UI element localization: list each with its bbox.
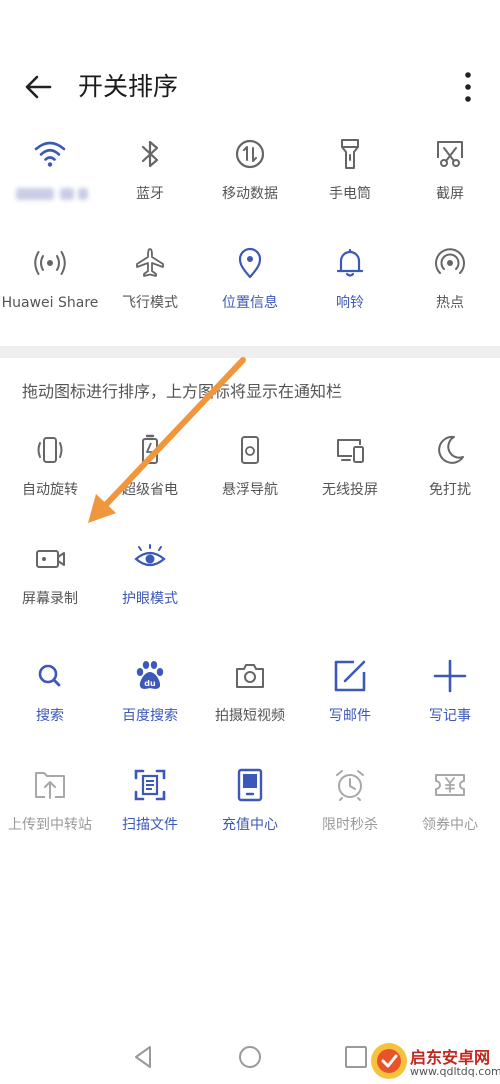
mobile-data-icon <box>235 139 265 169</box>
tile-huawei-share[interactable]: Huawei Share <box>0 245 100 341</box>
tile-label: 写记事 <box>429 708 471 724</box>
tile-ring[interactable]: 响铃 <box>300 245 400 341</box>
tile-write-email[interactable]: 写邮件 <box>300 658 400 754</box>
tile-wireless-projection[interactable]: 无线投屏 <box>300 432 400 528</box>
battery-saver-icon <box>142 434 158 464</box>
tile-label: 悬浮导航 <box>222 482 278 498</box>
alarm-clock-icon <box>336 770 364 801</box>
tile-coupon-center[interactable]: 领券中心 <box>400 767 500 863</box>
tile-write-note[interactable]: 写记事 <box>400 658 500 754</box>
tile-label: 上传到中转站 <box>8 817 92 833</box>
watermark-url: www.qdltdq.com <box>410 1065 500 1078</box>
tile-label: 手电筒 <box>329 186 371 202</box>
title-bar: 开关排序 <box>0 60 500 114</box>
back-arrow-icon[interactable] <box>22 70 56 104</box>
tile-wifi[interactable] <box>0 136 100 232</box>
baidu-paw-icon: du <box>136 661 164 689</box>
tile-screenshot[interactable]: 截屏 <box>400 136 500 232</box>
tile-location[interactable]: 位置信息 <box>200 245 300 341</box>
svg-text:du: du <box>144 679 156 688</box>
tile-baidu-search[interactable]: du 百度搜索 <box>100 658 200 754</box>
wifi-icon <box>34 141 66 167</box>
site-watermark: 启东安卓网 www.qdltdq.com <box>368 1040 500 1084</box>
tile-label: 屏幕录制 <box>22 591 78 607</box>
screen-record-icon <box>36 550 65 568</box>
tile-search[interactable]: 搜索 <box>0 658 100 754</box>
tile-label: 免打扰 <box>429 482 471 498</box>
bell-icon <box>336 248 364 277</box>
tile-label: 百度搜索 <box>122 708 178 724</box>
tile-label: 扫描文件 <box>122 817 178 833</box>
watermark-logo-icon <box>371 1043 407 1079</box>
tile-label: 热点 <box>436 295 464 311</box>
tile-bluetooth[interactable]: 蓝牙 <box>100 136 200 232</box>
bluetooth-icon <box>141 140 159 168</box>
camera-icon <box>236 664 264 688</box>
tile-label: Huawei Share <box>1 295 99 311</box>
rotate-icon <box>37 437 63 463</box>
tile-label: 无线投屏 <box>322 482 378 498</box>
tile-floating-nav[interactable]: 悬浮导航 <box>200 432 300 528</box>
tile-eye-comfort[interactable]: 护眼模式 <box>100 541 200 637</box>
plus-icon <box>433 659 467 693</box>
tile-label: 领券中心 <box>422 817 478 833</box>
compose-icon <box>334 660 366 692</box>
tile-label: 飞行模式 <box>122 295 178 311</box>
tile-label: 拍摄短视频 <box>215 708 285 724</box>
scan-icon <box>134 769 166 801</box>
tile-short-video[interactable]: 拍摄短视频 <box>200 658 300 754</box>
tile-airplane[interactable]: 飞行模式 <box>100 245 200 341</box>
tile-hotspot[interactable]: 热点 <box>400 245 500 341</box>
nav-back-icon[interactable] <box>128 1042 158 1072</box>
location-icon <box>238 247 262 279</box>
sort-hint-text: 拖动图标进行排序，上方图标将显示在通知栏 <box>22 382 343 401</box>
nav-recents-icon[interactable] <box>341 1042 371 1072</box>
search-icon <box>38 664 61 687</box>
tile-label: 移动数据 <box>222 186 278 202</box>
huawei-share-icon <box>34 251 66 275</box>
upload-icon <box>35 772 65 799</box>
tile-label: 截屏 <box>436 186 464 202</box>
tile-label: 写邮件 <box>329 708 371 724</box>
screenshot-icon <box>437 141 463 167</box>
tile-label: 搜索 <box>36 708 64 724</box>
nav-home-icon[interactable] <box>235 1042 265 1072</box>
tile-auto-rotate[interactable]: 自动旋转 <box>0 432 100 528</box>
projection-icon <box>337 439 364 463</box>
hotspot-icon <box>435 248 465 274</box>
tile-scan-document[interactable]: 扫描文件 <box>100 767 200 863</box>
more-options-icon[interactable] <box>456 68 480 106</box>
coupon-icon <box>435 774 465 796</box>
tile-label: 蓝牙 <box>136 186 164 202</box>
tile-flash-sale[interactable]: 限时秒杀 <box>300 767 400 863</box>
moon-icon <box>438 435 464 464</box>
tile-label: 超级省电 <box>122 482 178 498</box>
tile-power-saver[interactable]: 超级省电 <box>100 432 200 528</box>
eye-icon <box>134 544 166 567</box>
tile-label: 限时秒杀 <box>322 817 378 833</box>
section-divider <box>0 346 500 358</box>
tile-label: 自动旋转 <box>22 482 78 498</box>
tile-recharge-center[interactable]: 充值中心 <box>200 767 300 863</box>
tile-upload-transfer[interactable]: 上传到中转站 <box>0 767 100 863</box>
flashlight-icon <box>341 139 359 169</box>
tile-mobile-data[interactable]: 移动数据 <box>200 136 300 232</box>
wifi-network-name-blurred <box>16 188 88 200</box>
page-title: 开关排序 <box>78 72 179 101</box>
tile-do-not-disturb[interactable]: 免打扰 <box>400 432 500 528</box>
tile-label: 充值中心 <box>222 817 278 833</box>
recharge-icon <box>237 768 263 802</box>
airplane-icon <box>136 248 164 277</box>
tile-screen-record[interactable]: 屏幕录制 <box>0 541 100 637</box>
tile-flashlight[interactable]: 手电筒 <box>300 136 400 232</box>
floating-nav-icon <box>241 436 259 464</box>
tile-label: 响铃 <box>336 295 364 311</box>
tile-label: 位置信息 <box>222 295 278 311</box>
tile-label: 护眼模式 <box>122 591 178 607</box>
